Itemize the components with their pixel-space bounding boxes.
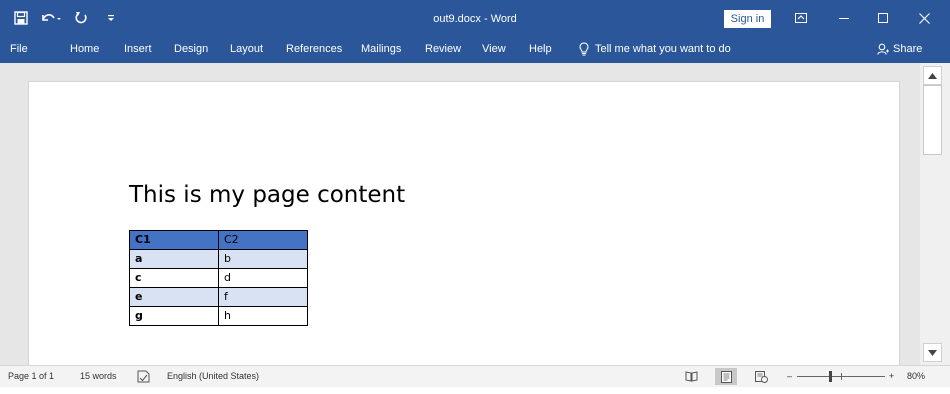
table-cell[interactable]: f (218, 287, 308, 307)
word-count[interactable]: 15 words (80, 366, 117, 387)
table-row: e f (129, 287, 308, 307)
zoom-midpoint (841, 373, 842, 380)
table-cell[interactable]: a (129, 249, 219, 269)
share-person-icon (877, 43, 889, 55)
undo-icon[interactable] (38, 4, 64, 32)
tab-view[interactable]: View (482, 36, 506, 63)
share-label: Share (893, 43, 923, 55)
proofing-icon[interactable] (137, 366, 151, 387)
status-bar: Page 1 of 1 15 words English (United Sta… (0, 365, 950, 387)
table-cell[interactable]: b (218, 249, 308, 269)
lightbulb-icon (579, 42, 589, 56)
zoom-out-icon[interactable]: – (787, 366, 792, 387)
tell-me-search[interactable]: Tell me what you want to do (579, 36, 731, 63)
ribbon-display-options-icon[interactable] (781, 0, 821, 36)
page-count[interactable]: Page 1 of 1 (8, 366, 54, 387)
table-cell[interactable]: h (218, 306, 308, 326)
scroll-up-button[interactable] (923, 66, 942, 85)
tab-file[interactable]: File (10, 36, 28, 63)
table-cell[interactable]: C2 (218, 230, 308, 250)
print-layout-icon[interactable] (715, 368, 737, 385)
table-cell[interactable]: d (218, 268, 308, 288)
table-header-row: C1 C2 (129, 230, 308, 250)
page-content-text[interactable]: This is my page content (129, 182, 405, 208)
quick-access-toolbar (8, 0, 124, 36)
tab-help[interactable]: Help (529, 36, 552, 63)
minimize-icon[interactable] (824, 0, 864, 36)
tell-me-label: Tell me what you want to do (595, 43, 731, 55)
customize-qat-icon[interactable] (98, 4, 124, 32)
zoom-thumb[interactable] (829, 371, 832, 382)
tab-mailings[interactable]: Mailings (361, 36, 401, 63)
tab-layout[interactable]: Layout (230, 36, 263, 63)
read-mode-icon[interactable] (680, 368, 702, 385)
save-icon[interactable] (8, 4, 34, 32)
web-layout-icon[interactable] (750, 368, 772, 385)
tab-review[interactable]: Review (425, 36, 461, 63)
zoom-level[interactable]: 80% (907, 366, 925, 387)
scrollbar-thumb[interactable] (923, 85, 942, 155)
close-icon[interactable] (904, 0, 944, 36)
sign-in-button[interactable]: Sign in (724, 10, 771, 28)
maximize-icon[interactable] (863, 0, 903, 36)
window-bottom-edge (0, 387, 950, 394)
language-status[interactable]: English (United States) (167, 366, 259, 387)
triangle-down-icon (928, 349, 937, 356)
document-workspace[interactable]: This is my page content C1 C2 a b c d e … (0, 63, 920, 365)
table-cell[interactable]: C1 (129, 230, 219, 250)
ribbon-tabs: File Home Insert Design Layout Reference… (0, 36, 950, 63)
document-page[interactable]: This is my page content C1 C2 a b c d e … (28, 81, 900, 365)
tab-references[interactable]: References (286, 36, 342, 63)
triangle-up-icon (928, 72, 937, 79)
zoom-slider[interactable]: – + (787, 366, 899, 387)
table-cell[interactable]: g (129, 306, 219, 326)
table-row: a b (129, 249, 308, 269)
share-button[interactable]: Share (877, 36, 922, 63)
tab-design[interactable]: Design (174, 36, 208, 63)
table-cell[interactable]: e (129, 287, 219, 307)
scroll-down-button[interactable] (923, 343, 942, 362)
vertical-scrollbar[interactable] (920, 63, 950, 365)
table-cell[interactable]: c (129, 268, 219, 288)
table-row: g h (129, 306, 308, 326)
document-table[interactable]: C1 C2 a b c d e f g h (129, 230, 308, 326)
table-row: c d (129, 268, 308, 288)
tab-home[interactable]: Home (70, 36, 99, 63)
title-bar: out9.docx - Word Sign in (0, 0, 950, 36)
tab-insert[interactable]: Insert (124, 36, 152, 63)
zoom-in-icon[interactable]: + (889, 366, 894, 387)
redo-icon[interactable] (68, 4, 94, 32)
